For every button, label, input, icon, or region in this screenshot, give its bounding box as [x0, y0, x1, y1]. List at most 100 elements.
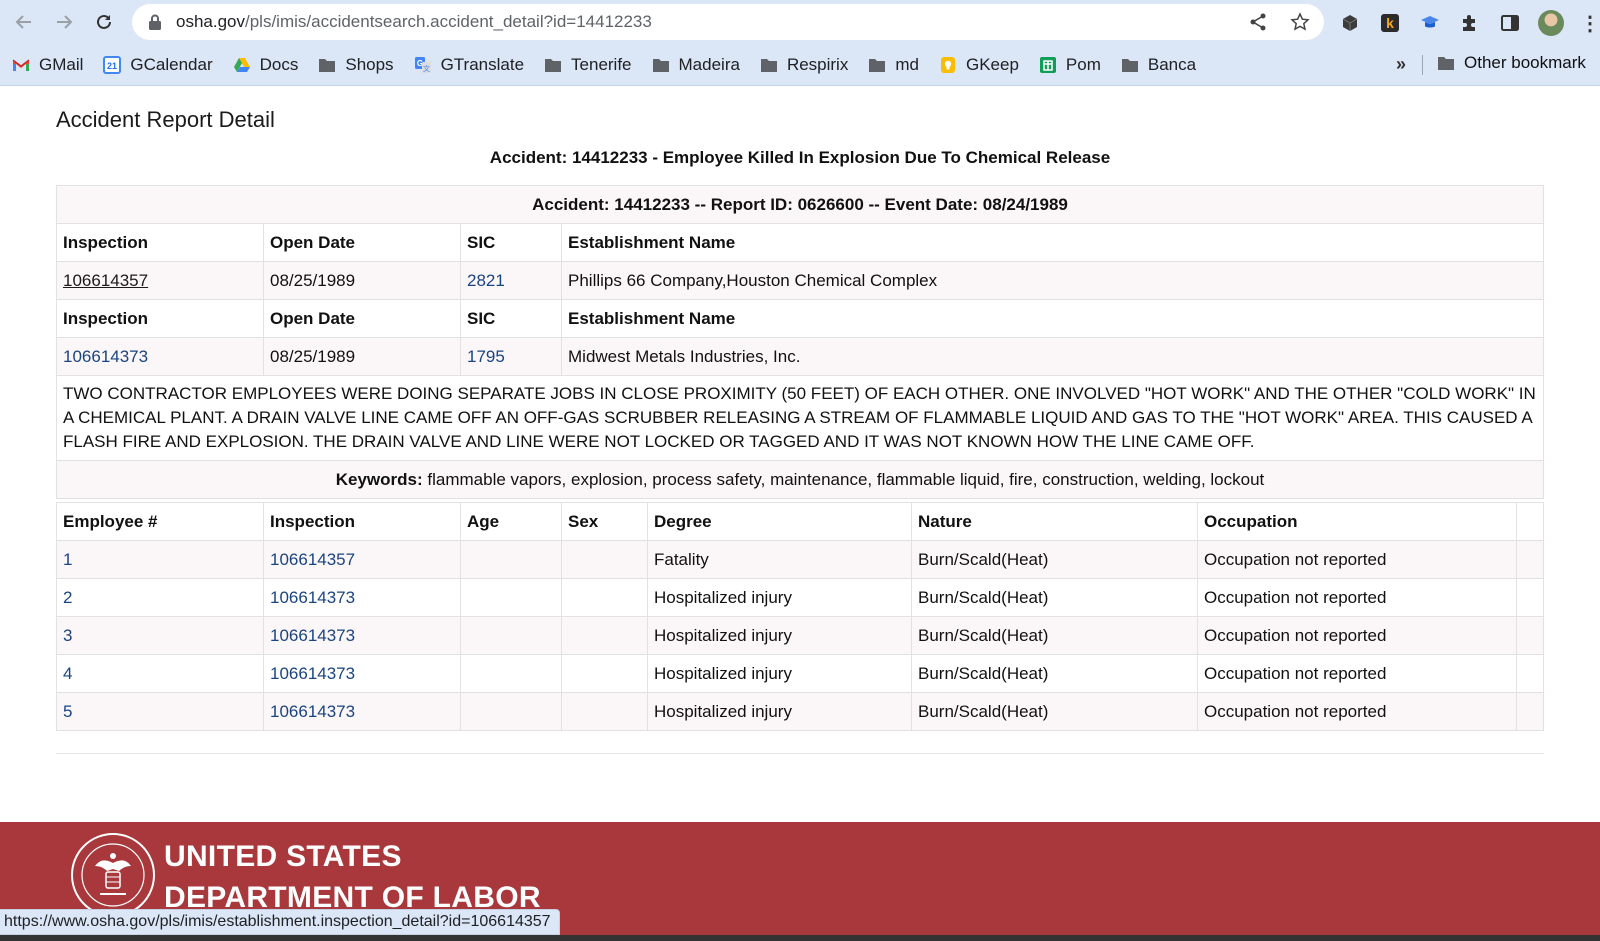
inspection-link[interactable]: 106614373 [270, 626, 355, 645]
spacer-cell [1516, 692, 1544, 731]
establishment-cell: Phillips 66 Company,Houston Chemical Com… [561, 261, 1544, 300]
employee-link[interactable]: 3 [63, 626, 72, 645]
bookmark-label: Banca [1147, 54, 1197, 74]
spacer-cell [1516, 616, 1544, 655]
inspection-row: 106614357 08/25/1989 2821 Phillips 66 Co… [56, 261, 1544, 300]
folder-icon [1437, 54, 1455, 72]
back-arrow-icon [15, 15, 31, 29]
keywords-label: Keywords: [335, 469, 423, 489]
col-establishment: Establishment Name [561, 223, 1544, 262]
employee-row: 4 106614373 Hospitalized injury Burn/Sca… [56, 654, 1544, 693]
bookmark-shops[interactable]: Shops [318, 55, 394, 75]
inspection-link[interactable]: 106614357 [270, 550, 355, 569]
side-panel-icon [1501, 15, 1519, 31]
cube-icon [1342, 15, 1358, 31]
inspection-link[interactable]: 106614373 [270, 664, 355, 683]
age-cell [460, 616, 562, 655]
col-open-date: Open Date [263, 299, 461, 338]
more-bookmarks-button[interactable]: » [1396, 54, 1406, 75]
graduation-cap-icon [1421, 16, 1439, 28]
col-inspection: Inspection [263, 502, 461, 541]
occupation-cell: Occupation not reported [1197, 616, 1517, 655]
forward-button[interactable] [46, 4, 82, 40]
address-bar[interactable]: osha.gov/pls/imis/accidentsearch.acciden… [132, 4, 1324, 40]
dol-seal-icon[interactable] [70, 832, 156, 918]
col-sic: SIC [460, 299, 562, 338]
bookmark-pom[interactable]: Pom [1039, 55, 1101, 75]
reload-button[interactable] [86, 4, 122, 40]
keywords-list: flammable vapors, explosion, process saf… [427, 469, 1265, 489]
back-button[interactable] [6, 4, 42, 40]
establishment-cell: Midwest Metals Industries, Inc. [561, 337, 1544, 376]
degree-cell: Hospitalized injury [647, 578, 912, 617]
extension-k-button[interactable]: k [1378, 11, 1402, 35]
col-spacer [1516, 502, 1544, 541]
sex-cell [561, 692, 648, 731]
employee-link[interactable]: 5 [63, 702, 72, 721]
folder-icon [868, 56, 886, 74]
bookmark-label: GKeep [965, 54, 1019, 74]
bookmark-label: Docs [259, 54, 299, 74]
bookmark-gtranslate[interactable]: G文 GTranslate [414, 55, 524, 75]
col-inspection: Inspection [56, 299, 264, 338]
bookmark-label: Tenerife [571, 54, 632, 74]
inspection-header-row: Inspection Open Date SIC Establishment N… [56, 223, 1544, 262]
col-degree: Degree [647, 502, 912, 541]
nature-cell: Burn/Scald(Heat) [911, 692, 1198, 731]
browser-toolbar: osha.gov/pls/imis/accidentsearch.acciden… [0, 0, 1600, 44]
link-status-bar: https://www.osha.gov/pls/imis/establishm… [0, 909, 560, 935]
side-panel-button[interactable] [1498, 11, 1522, 35]
sic-link[interactable]: 1795 [467, 347, 505, 366]
bookmark-gmail[interactable]: GMail [12, 55, 83, 75]
inspection-link[interactable]: 106614357 [63, 271, 148, 290]
svg-text:21: 21 [107, 61, 117, 71]
nature-cell: Burn/Scald(Heat) [911, 616, 1198, 655]
employee-link[interactable]: 4 [63, 664, 72, 683]
drive-icon [233, 56, 251, 74]
extension-cube-button[interactable] [1338, 11, 1362, 35]
sheets-icon [1039, 56, 1057, 74]
degree-cell: Fatality [647, 540, 912, 579]
folder-icon [760, 56, 778, 74]
bookmark-gkeep[interactable]: GKeep [939, 55, 1019, 75]
inspection-link[interactable]: 106614373 [63, 347, 148, 366]
inspection-link[interactable]: 106614373 [270, 588, 355, 607]
employee-link[interactable]: 2 [63, 588, 72, 607]
folder-icon [1121, 56, 1139, 74]
occupation-cell: Occupation not reported [1197, 540, 1517, 579]
spacer-cell [1516, 654, 1544, 693]
inspection-link[interactable]: 106614373 [270, 702, 355, 721]
forward-arrow-icon [57, 15, 73, 29]
share-icon[interactable] [1248, 12, 1268, 32]
nature-cell: Burn/Scald(Heat) [911, 578, 1198, 617]
bookmark-tenerife[interactable]: Tenerife [544, 54, 632, 75]
browser-menu-icon[interactable]: ⋮ [1580, 11, 1600, 36]
folder-icon [318, 56, 336, 74]
folder-icon [652, 56, 670, 74]
bookmark-docs[interactable]: Docs [233, 54, 299, 75]
bookmark-banca[interactable]: Banca [1121, 55, 1196, 75]
bookmark-respirix[interactable]: Respirix [760, 55, 848, 75]
extension-cap-button[interactable] [1418, 11, 1442, 35]
page-heading: Accident Report Detail [56, 107, 275, 132]
col-occupation: Occupation [1197, 502, 1517, 541]
accident-report-table: Accident: 14412233 -- Report ID: 0626600… [56, 185, 1544, 499]
open-date-cell: 08/25/1989 [263, 261, 461, 300]
url-path: /pls/imis/accidentsearch.accident_detail… [245, 12, 652, 31]
sex-cell [561, 578, 648, 617]
other-bookmarks-folder[interactable]: Other bookmark [1437, 53, 1586, 73]
inspection-header-row: Inspection Open Date SIC Establishment N… [56, 299, 1544, 338]
bookmark-madeira[interactable]: Madeira [652, 55, 740, 75]
col-sic: SIC [460, 223, 562, 262]
profile-avatar[interactable] [1538, 10, 1564, 36]
sic-link[interactable]: 2821 [467, 271, 505, 290]
lock-icon[interactable] [148, 14, 162, 30]
bookmark-md[interactable]: md [868, 55, 919, 75]
bookmark-star-icon[interactable] [1290, 12, 1310, 32]
bookmark-gcalendar[interactable]: 21 GCalendar [103, 54, 213, 75]
employees-table: Employee # Inspection Age Sex Degree Nat… [56, 502, 1544, 731]
reload-icon [97, 14, 111, 29]
employee-link[interactable]: 1 [63, 550, 72, 569]
extensions-button[interactable] [1458, 11, 1482, 35]
bookmark-label: GCalendar [130, 54, 213, 74]
